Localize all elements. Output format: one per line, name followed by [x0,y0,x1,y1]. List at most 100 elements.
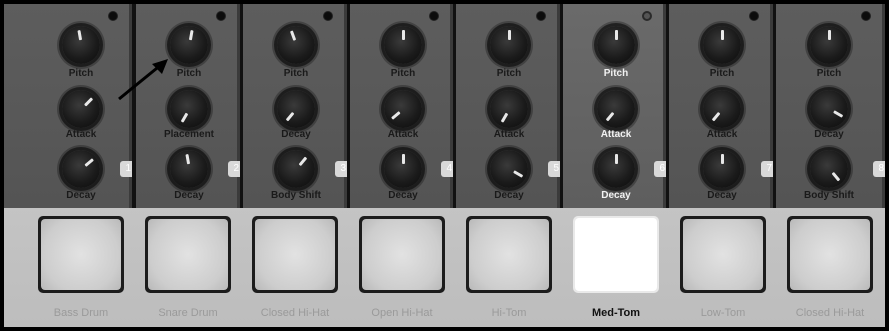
decay-knob[interactable] [698,145,746,193]
knob-indicator [833,110,844,118]
knob-indicator [615,30,618,40]
module-6: Pitch Attack Decay 6 [563,4,666,208]
status-led [861,11,871,21]
module-number-tab: 4 [441,161,453,177]
pad-surface [469,219,549,290]
knob-label: Attack [706,129,738,140]
attack-knob[interactable] [485,85,533,133]
knob-label: Decay [388,190,418,201]
attack-knob[interactable] [698,85,746,133]
knob-indicator [402,30,405,40]
drum-pad-8[interactable] [787,216,873,293]
pitch-knob[interactable] [57,21,105,69]
drum-pad-1[interactable] [38,216,124,293]
knob-indicator [391,111,401,120]
knob-label: Pitch [709,68,735,79]
knob-label: Decay [281,129,311,140]
pad-label: Bass Drum [53,307,109,319]
knob-label: Decay [494,190,524,201]
module-4: Pitch Attack Decay 4 [350,4,453,208]
drum-pad-3[interactable] [252,216,338,293]
pad-surface [683,219,763,290]
status-led [642,11,652,21]
pitch-knob[interactable] [379,21,427,69]
knob-label: Attack [387,129,419,140]
knob-indicator [615,154,618,164]
pitch-knob[interactable] [698,21,746,69]
knob-label: Attack [493,129,525,140]
body-shift-knob[interactable] [272,145,320,193]
pad-surface [148,219,228,290]
drum-pad-2[interactable] [145,216,231,293]
pad-label: Snare Drum [158,307,218,319]
knob-label: Pitch [603,68,629,79]
knob-label: Decay [707,190,737,201]
module-number-tab: 7 [761,161,773,177]
module-2: Pitch Placement Decay 2 [136,4,240,208]
module-7: Pitch Attack Decay 7 [669,4,773,208]
knob-label: Decay [814,129,844,140]
pad-surface [41,219,121,290]
pitch-knob[interactable] [485,21,533,69]
module-number-tab: 1 [120,161,132,177]
placement-knob[interactable] [165,85,213,133]
knob-indicator [83,97,94,107]
module-5: Pitch Attack Decay 5 [456,4,560,208]
knob-indicator [180,112,189,123]
knob-indicator [513,170,524,178]
knob-indicator [605,111,615,122]
attack-knob[interactable] [379,85,427,133]
decay-knob[interactable] [272,85,320,133]
status-led [216,11,226,21]
knob-label: Pitch [68,68,94,79]
decay-knob[interactable] [485,145,533,193]
module-1: Pitch Attack Decay 1 [4,4,132,208]
module-number-tab: 8 [873,161,885,177]
knob-indicator [402,154,405,164]
decay-knob[interactable] [57,145,105,193]
decay-knob[interactable] [805,85,853,133]
pitch-knob[interactable] [165,21,213,69]
drum-pad-4[interactable] [359,216,445,293]
pad-label: Low-Tom [700,307,746,319]
module-number-tab: 5 [548,161,560,177]
knob-indicator [84,158,94,167]
pitch-knob[interactable] [805,21,853,69]
knob-label: Body Shift [804,190,854,201]
knob-label: Decay [601,190,631,201]
pitch-knob[interactable] [592,21,640,69]
attack-knob[interactable] [57,85,105,133]
knob-indicator [77,29,83,41]
knob-label: Pitch [390,68,416,79]
decay-knob[interactable] [165,145,213,193]
knob-label: Attack [65,129,97,140]
knob-label: Pitch [816,68,842,79]
drum-pad-7[interactable] [680,216,766,293]
pitch-knob[interactable] [272,21,320,69]
decay-knob[interactable] [379,145,427,193]
knob-indicator [289,30,297,41]
pad-surface [790,219,870,290]
knob-indicator [721,154,724,164]
pad-label: Med-Tom [591,307,641,319]
knob-indicator [298,156,308,167]
status-led [323,11,333,21]
knob-indicator [285,111,295,122]
knob-label: Pitch [496,68,522,79]
pad-label: Hi-Tom [491,307,527,319]
knob-indicator [508,30,511,40]
pad-label: Open Hi-Hat [371,307,433,319]
drum-pad-5[interactable] [466,216,552,293]
status-led [429,11,439,21]
modules-area: Pitch Attack Decay 1 Pitch Placement Decay 2 Pit… [4,4,885,208]
knob-indicator [831,171,841,182]
knob-indicator [188,29,194,41]
knob-label: Decay [174,190,204,201]
body-shift-knob[interactable] [805,145,853,193]
pad-label: Closed Hi-Hat [795,307,865,319]
attack-knob[interactable] [592,85,640,133]
drum-pad-6[interactable] [573,216,659,293]
decay-knob[interactable] [592,145,640,193]
status-led [536,11,546,21]
knob-indicator [500,112,509,123]
